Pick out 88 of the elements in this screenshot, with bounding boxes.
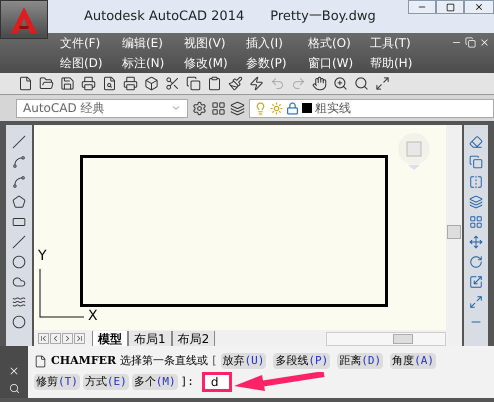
menu-item[interactable]: 修改(M) xyxy=(184,54,246,72)
x-axis-label: X xyxy=(88,309,98,323)
layout-tab[interactable]: 布局2 xyxy=(172,331,216,346)
array-icon[interactable] xyxy=(469,215,483,229)
workspace-dropdown[interactable]: AutoCAD 经典 xyxy=(16,98,188,118)
next-tab-icon[interactable] xyxy=(62,332,73,344)
print-icon[interactable] xyxy=(81,76,96,91)
polyline-icon[interactable] xyxy=(12,155,26,169)
rotate-icon[interactable] xyxy=(469,255,483,269)
last-tab-icon[interactable] xyxy=(74,332,85,344)
ucs-axes-icon xyxy=(38,267,84,319)
maximize-button[interactable] xyxy=(436,0,464,14)
copy-icon[interactable] xyxy=(186,76,201,91)
layout-tab[interactable]: 布局1 xyxy=(128,331,172,346)
menu-item[interactable]: 文件(F) xyxy=(60,34,122,52)
color-swatch xyxy=(302,103,312,113)
command-option[interactable]: 角度(A) xyxy=(390,352,436,370)
vertical-scrollbar[interactable] xyxy=(446,125,462,330)
first-tab-icon[interactable] xyxy=(38,332,49,344)
menu-item[interactable]: 编辑(E) xyxy=(122,34,184,52)
bracket: ]: xyxy=(180,374,194,390)
app-menu-button[interactable] xyxy=(0,0,48,39)
command-name: CHAMFER xyxy=(51,352,116,369)
logo-icon xyxy=(9,6,39,34)
menu-item[interactable]: 帮助(H) xyxy=(370,54,432,72)
search-icon[interactable] xyxy=(354,76,369,91)
layout-tab[interactable]: 模型 xyxy=(92,331,128,346)
menu-item[interactable]: 绘图(D) xyxy=(60,54,122,72)
layers-icon[interactable] xyxy=(230,100,245,116)
close-icon xyxy=(474,2,484,12)
brush-icon[interactable] xyxy=(228,76,243,91)
close-icon[interactable] xyxy=(479,37,490,48)
app-title: Autodesk AutoCAD 2014 xyxy=(84,8,244,26)
command-option[interactable]: 修剪(T) xyxy=(34,374,80,390)
copy-object-icon[interactable] xyxy=(469,155,483,169)
horizontal-scrollbar[interactable] xyxy=(326,332,446,346)
zoom-icon[interactable] xyxy=(333,76,348,91)
line-icon[interactable] xyxy=(12,135,26,149)
command-option[interactable]: 放弃(U) xyxy=(220,352,266,370)
printer-icon[interactable] xyxy=(123,76,138,91)
command-option[interactable]: 方式(E) xyxy=(82,374,129,390)
menu-item[interactable]: 插入(I) xyxy=(246,34,308,52)
bracket: [ xyxy=(212,352,216,369)
settings-icon[interactable] xyxy=(192,100,207,116)
preview-icon[interactable] xyxy=(102,76,117,91)
layer-dropdown[interactable]: 粗实线 xyxy=(249,98,494,118)
previous-tab-icon[interactable] xyxy=(50,332,61,344)
menu-item[interactable]: 视图(V) xyxy=(184,34,246,52)
close-button[interactable] xyxy=(464,0,494,14)
maximize-icon xyxy=(446,2,454,12)
cube-icon[interactable] xyxy=(144,76,159,91)
menu-item[interactable]: 格式(O) xyxy=(308,34,370,52)
grid-icon[interactable] xyxy=(211,100,226,116)
search-icon[interactable] xyxy=(8,383,20,394)
restore-icon[interactable] xyxy=(465,37,476,48)
rectangle-icon[interactable] xyxy=(12,215,26,229)
menu-item[interactable]: 窗口(W) xyxy=(308,54,370,72)
sun-icon xyxy=(270,102,283,114)
y-axis-label: Y xyxy=(38,249,47,263)
command-option[interactable]: 距离(D) xyxy=(337,352,384,370)
command-option[interactable]: 多个(M) xyxy=(132,374,178,390)
command-icon[interactable] xyxy=(34,354,47,368)
command-option[interactable]: 多段线(P) xyxy=(273,352,330,370)
pentagon-icon[interactable] xyxy=(12,195,26,209)
lightbulb-icon xyxy=(254,102,267,114)
eraser-icon[interactable] xyxy=(469,135,483,149)
pan-icon[interactable] xyxy=(312,76,327,91)
close-icon[interactable] xyxy=(8,365,20,377)
move-icon[interactable] xyxy=(469,235,483,249)
paste-icon[interactable] xyxy=(207,76,222,91)
curve-icon[interactable] xyxy=(12,175,26,189)
circle-icon[interactable] xyxy=(12,255,26,269)
command-input[interactable]: d xyxy=(202,372,232,392)
new-icon[interactable] xyxy=(18,76,33,91)
file-name: Pretty一Boy.dwg xyxy=(270,8,376,26)
menu-item[interactable]: 参数(P) xyxy=(246,54,308,72)
command-prompt: 选择第一条直线或 xyxy=(120,352,208,369)
lightning-icon[interactable] xyxy=(249,76,264,91)
lock-icon xyxy=(286,102,299,114)
menu-item[interactable]: 标注(N) xyxy=(122,54,184,72)
drawing-canvas[interactable]: Y X xyxy=(34,125,446,330)
save-icon[interactable] xyxy=(60,76,75,91)
mirror-icon[interactable] xyxy=(469,175,483,189)
cut-icon[interactable] xyxy=(165,76,180,91)
menu-item[interactable]: 工具(T) xyxy=(370,34,432,52)
scale-icon[interactable] xyxy=(469,275,483,289)
open-icon[interactable] xyxy=(39,76,54,91)
cloud-icon[interactable] xyxy=(12,275,26,289)
